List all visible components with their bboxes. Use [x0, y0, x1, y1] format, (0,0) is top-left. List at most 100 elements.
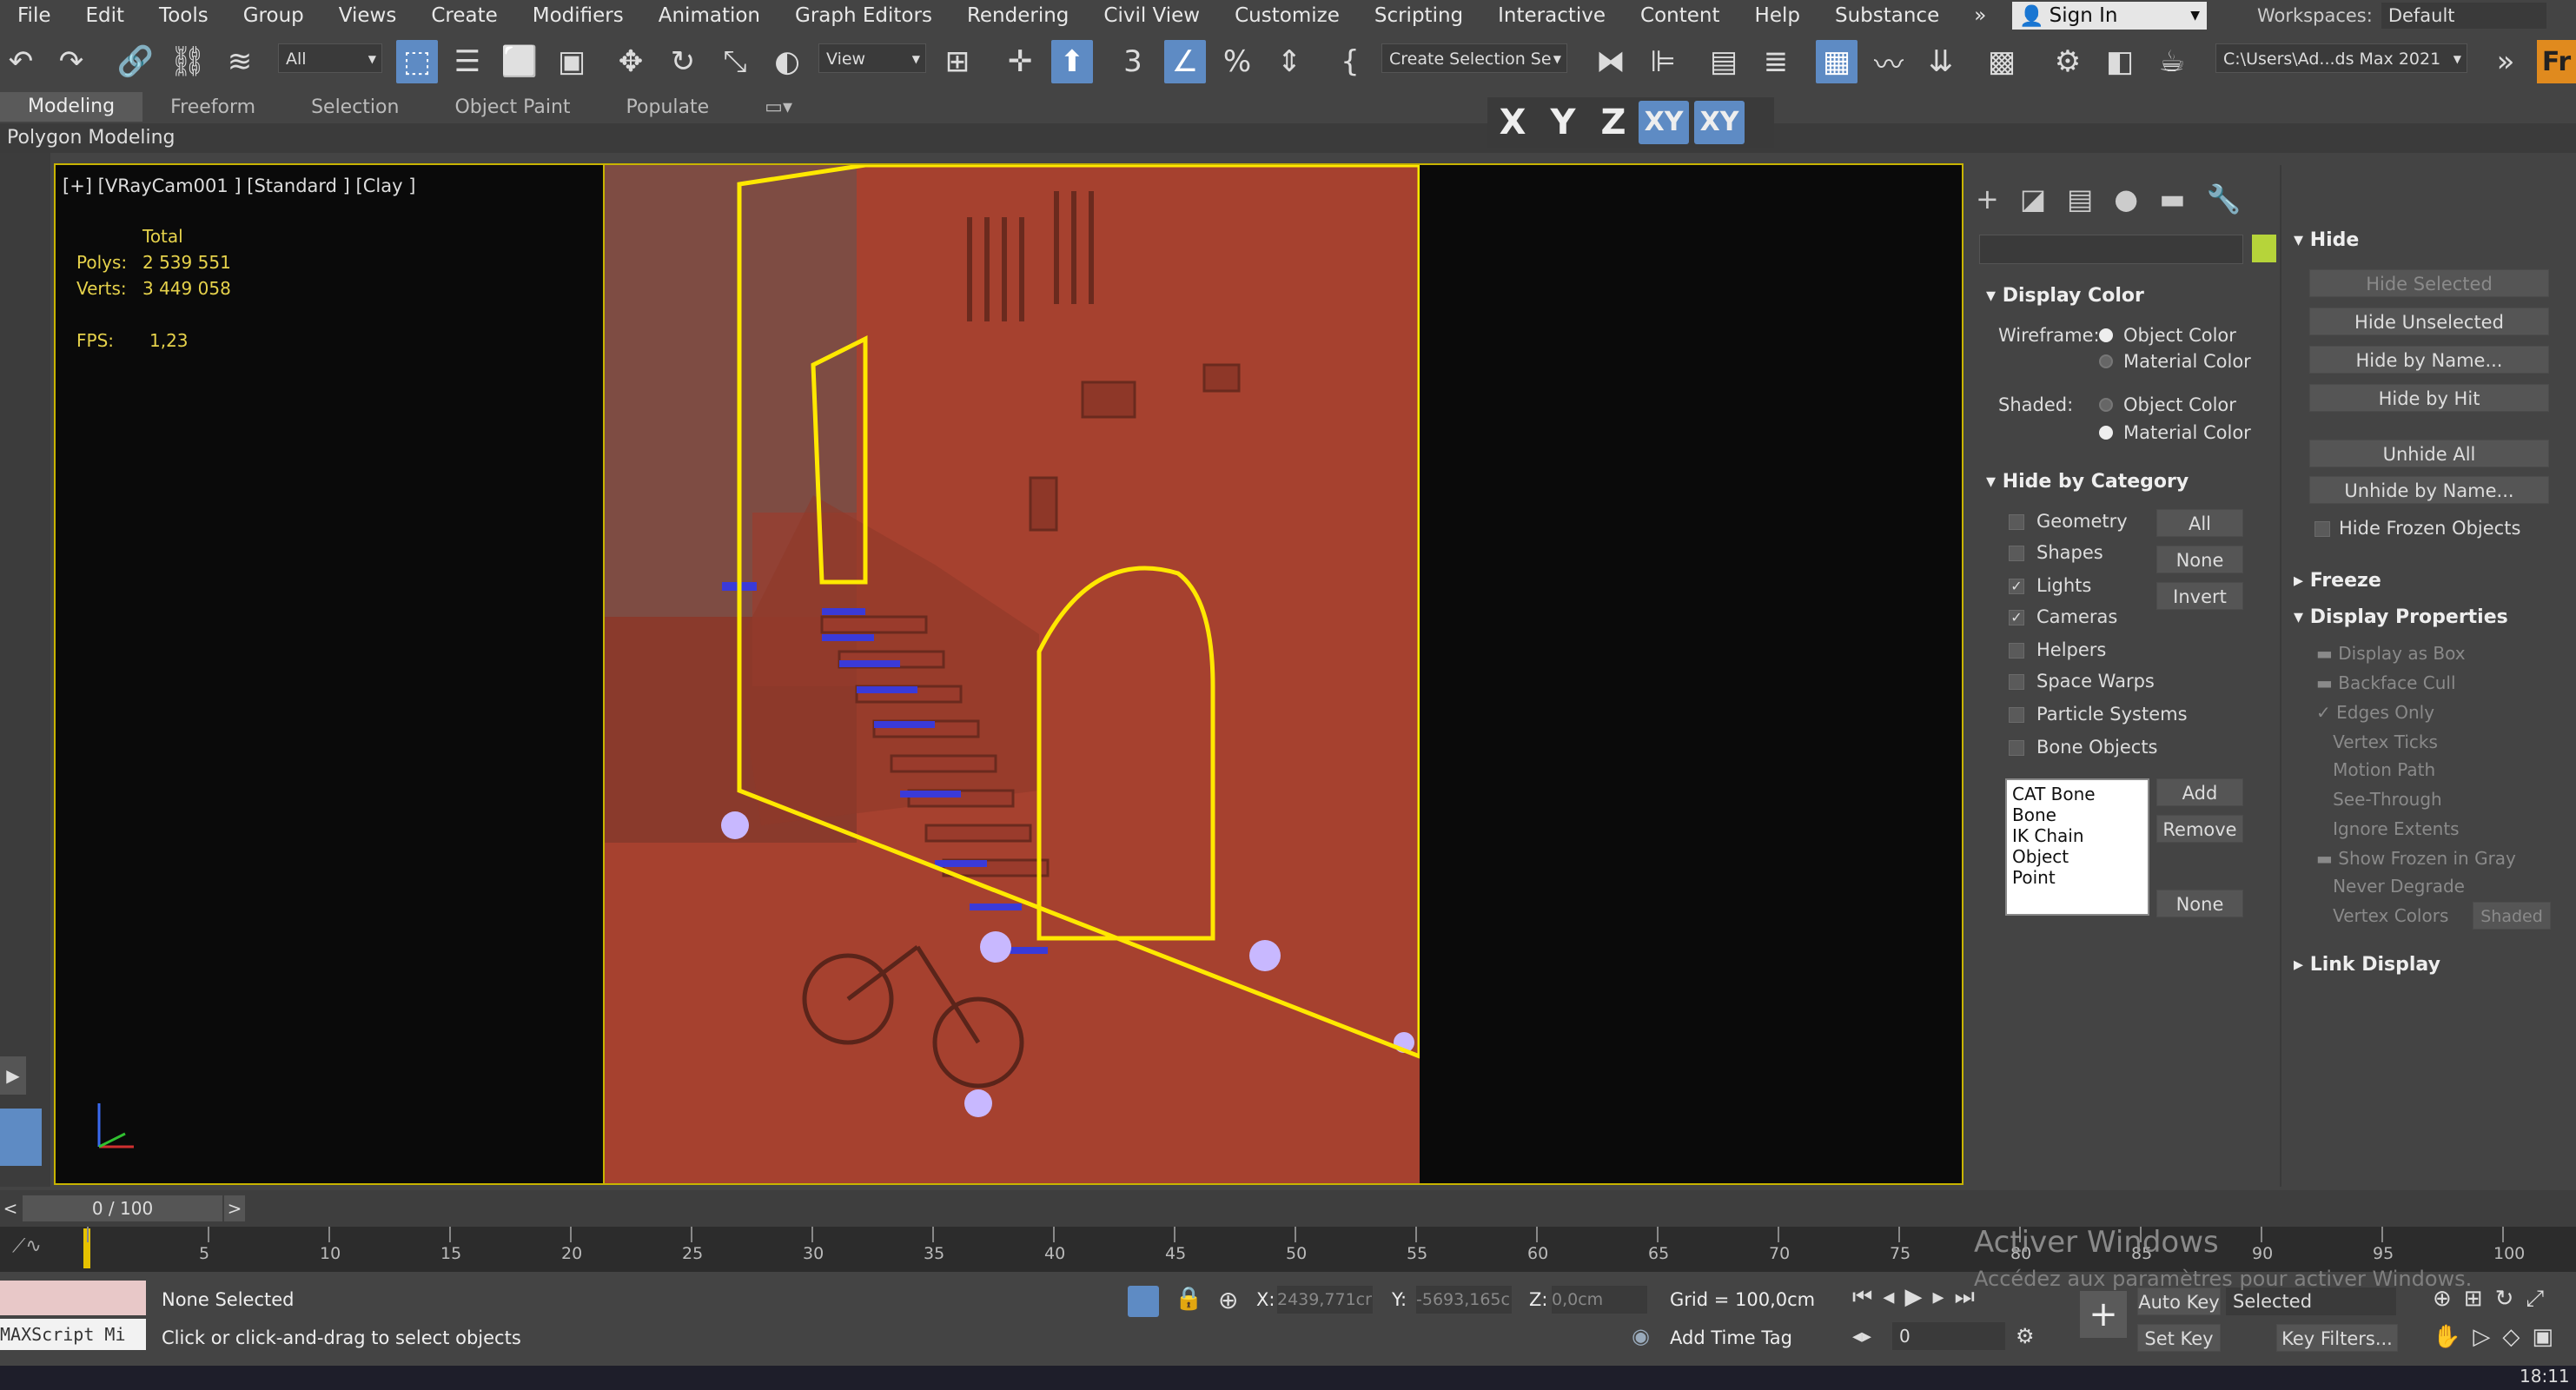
modify-tab-icon[interactable]: ◪	[2020, 182, 2067, 215]
prop-motion-path[interactable]: Motion Path	[2316, 759, 2435, 780]
maxscript-listener-top[interactable]	[0, 1281, 146, 1315]
play-icon[interactable]: ▶	[1904, 1284, 1932, 1310]
hide-rollout[interactable]: ▾ Hide	[2294, 229, 2359, 251]
maximize-icon[interactable]: ⤢	[2526, 1286, 2556, 1312]
move-icon[interactable]: ✥	[610, 40, 652, 83]
prop-edges-only[interactable]: ✓ Edges Only	[2316, 702, 2434, 723]
ribbon-subpanel[interactable]: Polygon Modeling	[0, 123, 2576, 153]
menu-tools[interactable]: Tools	[142, 4, 226, 27]
keyboard-shortcut-override-icon[interactable]: ⬆	[1051, 40, 1093, 83]
redo-icon[interactable]: ↷	[50, 40, 92, 83]
hide-unselected-button[interactable]: Hide Unselected	[2309, 308, 2549, 335]
walk-icon[interactable]: ▷	[2473, 1324, 2502, 1350]
menu-graph-editors[interactable]: Graph Editors	[778, 4, 950, 27]
y-coord-field[interactable]: -5693,165c	[1416, 1286, 1512, 1314]
key-set-dropdown[interactable]: Selected	[2226, 1287, 2396, 1315]
material-editor-icon[interactable]: ▩	[1981, 40, 2023, 83]
prop-ignore-extents[interactable]: Ignore Extents	[2316, 818, 2460, 839]
list-item[interactable]: Bone	[2012, 804, 2142, 825]
display-tab-icon[interactable]: ▬	[2159, 182, 2206, 215]
isolate-selection-icon[interactable]	[1128, 1286, 1159, 1317]
prop-see-through[interactable]: See-Through	[2316, 789, 2442, 810]
render-production-icon[interactable]: ☕	[2151, 40, 2193, 83]
menu-create[interactable]: Create	[414, 4, 514, 27]
vertex-colors-shaded-button[interactable]: Shaded	[2473, 902, 2551, 930]
undo-icon[interactable]: ↶	[0, 40, 42, 83]
ribbon-toggle-icon[interactable]: ▦	[1816, 40, 1858, 83]
object-color-swatch[interactable]	[2252, 235, 2276, 262]
list-none-button[interactable]: None	[2156, 890, 2243, 917]
wireframe-material-color-radio[interactable]	[2099, 354, 2113, 368]
min-max-toggle-icon[interactable]: ▣	[2532, 1324, 2566, 1350]
menu-file[interactable]: File	[0, 4, 69, 27]
list-item[interactable]: CAT Bone	[2012, 784, 2142, 804]
set-key-button[interactable]: Set Key	[2137, 1324, 2221, 1352]
category-geometry-checkbox[interactable]	[2009, 514, 2024, 530]
go-to-start-icon[interactable]: ⏮	[1852, 1284, 1883, 1310]
wireframe-object-color-radio[interactable]	[2099, 328, 2113, 342]
pan-icon[interactable]: ✋	[2433, 1324, 2473, 1350]
angle-snap-icon[interactable]: ∠	[1164, 40, 1206, 83]
axis-z-button[interactable]: Z	[1588, 103, 1639, 142]
category-helpers-checkbox[interactable]	[2009, 643, 2024, 659]
list-item[interactable]: IK Chain Object	[2012, 825, 2142, 867]
fov-icon[interactable]: ◇	[2502, 1324, 2532, 1350]
mirror-icon[interactable]: ⧓	[1590, 40, 1632, 83]
window-crossing-icon[interactable]: ▣	[551, 40, 593, 83]
spinner-snap-icon[interactable]: ⇕	[1268, 40, 1310, 83]
menu-civil-view[interactable]: Civil View	[1086, 4, 1217, 27]
layer-explorer-icon[interactable]: ≣	[1755, 40, 1797, 83]
time-slider-handle[interactable]: 0 / 100	[23, 1195, 222, 1221]
freeze-rollout[interactable]: ▸ Freeze	[2294, 570, 2381, 592]
z-coord-field[interactable]: 0,0cm	[1552, 1286, 1647, 1314]
category-bone-objects-checkbox[interactable]	[2009, 740, 2024, 756]
workspaces-select[interactable]: Default	[2381, 3, 2546, 29]
hide-by-category-rollout[interactable]: ▾ Hide by Category	[1986, 471, 2189, 493]
object-name-field[interactable]	[1979, 235, 2243, 264]
camera-viewport[interactable]: [+] [VRayCam001 ] [Standard ] [Clay ] To…	[54, 163, 1963, 1185]
utilities-tab-icon[interactable]: 🔧	[2206, 182, 2261, 215]
rendered-frame-window-icon[interactable]: ◧	[2099, 40, 2141, 83]
category-shapes-checkbox[interactable]	[2009, 546, 2024, 561]
shaded-object-color-radio[interactable]	[2099, 398, 2113, 412]
link-display-rollout[interactable]: ▸ Link Display	[2294, 954, 2440, 976]
category-list[interactable]: CAT Bone Bone IK Chain Object Point	[2005, 778, 2149, 916]
prop-vertex-colors[interactable]: Vertex Colors	[2316, 905, 2448, 926]
bind-space-warp-icon[interactable]: ≋	[219, 40, 261, 83]
menu-interactive[interactable]: Interactive	[1480, 4, 1623, 27]
list-item[interactable]: Point	[2012, 867, 2142, 888]
key-filters-button[interactable]: Key Filters...	[2276, 1324, 2398, 1352]
prev-key-icon[interactable]: ◂	[1883, 1284, 1904, 1310]
placement-icon[interactable]: ◐	[766, 40, 808, 83]
selection-lock-icon[interactable]: 🔒	[1175, 1286, 1202, 1312]
menu-scripting[interactable]: Scripting	[1357, 4, 1480, 27]
unhide-all-button[interactable]: Unhide All	[2309, 440, 2549, 467]
category-particle-systems-checkbox[interactable]	[2009, 707, 2024, 723]
toolbar-overflow-icon[interactable]: »	[2485, 40, 2526, 83]
expand-arrow-icon[interactable]: ▶	[0, 1056, 26, 1095]
percent-snap-icon[interactable]: %	[1216, 40, 1258, 83]
next-frame-arrow-icon[interactable]: >	[224, 1195, 245, 1221]
prop-show-frozen-gray[interactable]: ▬ Show Frozen in Gray	[2316, 848, 2516, 869]
menu-animation[interactable]: Animation	[641, 4, 778, 27]
category-none-button[interactable]: None	[2156, 546, 2243, 573]
category-lights-checkbox[interactable]: ✓	[2009, 579, 2024, 594]
project-path-dropdown[interactable]: C:\Users\Ad...ds Max 2021 ▼	[2215, 43, 2467, 73]
menu-content[interactable]: Content	[1623, 4, 1737, 27]
axis-plane-cycle-button[interactable]: XY	[1694, 101, 1745, 144]
auto-key-button[interactable]: Auto Key	[2137, 1287, 2221, 1315]
selection-filter-dropdown[interactable]: All ▼	[278, 43, 382, 73]
unhide-by-name-button[interactable]: Unhide by Name...	[2309, 476, 2549, 504]
tab-modeling[interactable]: Modeling	[0, 92, 143, 122]
unlink-icon[interactable]: ⛓	[167, 40, 209, 83]
tab-freeform[interactable]: Freeform	[142, 96, 283, 118]
category-space-warps-checkbox[interactable]	[2009, 674, 2024, 690]
fr-plugin-icon[interactable]: Fr	[2537, 40, 2576, 83]
menu-substance[interactable]: Substance	[1818, 4, 1957, 27]
tab-populate[interactable]: Populate	[599, 96, 738, 118]
time-config-icon[interactable]: ⚙	[2016, 1324, 2035, 1348]
scene-explorer-icon[interactable]: ▤	[1703, 40, 1745, 83]
scale-icon[interactable]: ⤡	[714, 40, 756, 83]
next-key-icon[interactable]: ▸	[1932, 1284, 1954, 1310]
prop-display-as-box[interactable]: ▬ Display as Box	[2316, 643, 2466, 664]
